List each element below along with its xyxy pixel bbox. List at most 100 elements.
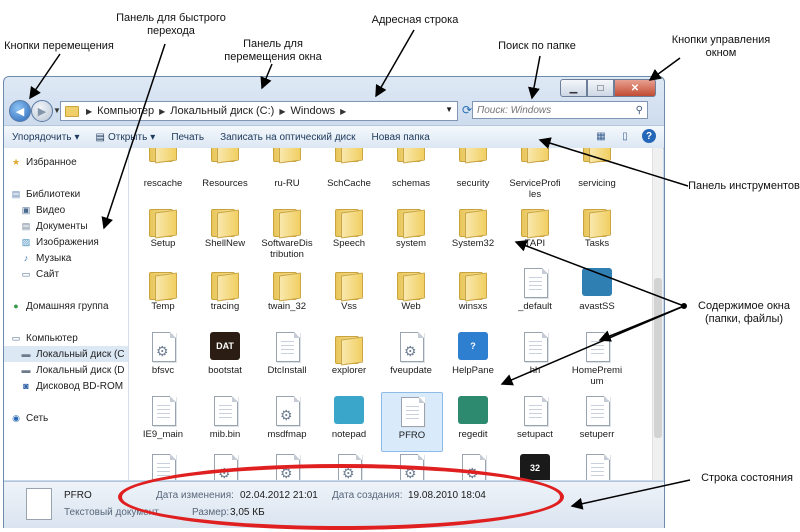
file-item[interactable]: Tasks — [567, 201, 627, 259]
file-item[interactable]: ⚙ msdfmap — [257, 392, 317, 450]
file-item[interactable]: Resources — [195, 148, 255, 194]
chevron-down-icon[interactable]: ▼ — [445, 105, 453, 114]
close-button[interactable]: ✕ — [614, 79, 656, 97]
organize-button[interactable]: Упорядочить ▾ — [4, 132, 88, 143]
settings-file-icon: ⚙ — [152, 332, 176, 362]
file-item[interactable]: ? HelpPane — [443, 328, 503, 386]
print-label: Печать — [171, 131, 205, 143]
chevron-right-icon[interactable]: ▶ — [276, 107, 288, 116]
vertical-scrollbar[interactable] — [652, 148, 663, 480]
chevron-down-icon: ▾ — [74, 131, 80, 143]
title-bar[interactable]: ▁ □ ✕ — [4, 77, 664, 99]
file-item[interactable]: ShellNew — [195, 201, 255, 259]
nav-libraries[interactable]: ▤ Библиотеки — [4, 186, 128, 202]
file-item[interactable]: HomePremi um — [567, 328, 627, 387]
nav-favorites-label: Избранное — [26, 156, 77, 168]
view-options-icon[interactable]: ▦ — [594, 129, 608, 143]
file-item[interactable]: Vss — [319, 264, 379, 322]
new-folder-button[interactable]: Новая папка — [364, 132, 438, 143]
nav-homegroup[interactable]: ● Домашняя группа — [4, 298, 128, 314]
folder-icon — [335, 207, 363, 239]
file-item[interactable]: win — [567, 450, 627, 480]
application-icon — [458, 396, 488, 424]
file-item[interactable]: notepad — [319, 392, 379, 450]
minimize-icon: ▁ — [569, 82, 578, 94]
file-item[interactable]: Speech — [319, 201, 379, 259]
file-item[interactable]: mib.bin — [195, 392, 255, 450]
search-icon[interactable]: ⚲ — [636, 105, 643, 116]
file-item[interactable]: avastSS — [567, 264, 627, 322]
file-item[interactable]: Temp — [133, 264, 193, 322]
nav-network[interactable]: ◉ Сеть — [4, 410, 128, 426]
nav-music[interactable]: ♪ Музыка — [4, 250, 128, 266]
folder-icon — [397, 270, 425, 302]
chevron-right-icon[interactable]: ▶ — [156, 107, 168, 116]
search-box[interactable]: ⚲ — [472, 101, 648, 119]
file-item[interactable]: security — [443, 148, 503, 194]
file-item[interactable]: ru-RU — [257, 148, 317, 194]
file-item[interactable]: SoftwareDis tribution — [257, 201, 317, 260]
file-item[interactable]: Setup — [133, 201, 193, 259]
file-item[interactable]: TAPI — [505, 201, 565, 259]
search-input[interactable] — [477, 104, 627, 116]
open-button[interactable]: ▤ Открыть ▾ — [88, 132, 164, 143]
file-item[interactable]: system — [381, 201, 441, 259]
nav-network-label: Сеть — [26, 412, 49, 424]
file-item[interactable]: _default — [505, 264, 565, 322]
file-name: SchCache — [327, 178, 371, 189]
file-name: twain_32 — [267, 301, 307, 312]
nav-local-disk-c-label: Локальный диск (C — [36, 348, 125, 360]
nav-site[interactable]: ▭ Сайт — [4, 266, 128, 282]
nav-documents[interactable]: ▤ Документы — [4, 218, 128, 234]
maximize-button[interactable]: □ — [587, 79, 614, 97]
navigation-pane: ★ Избранное ▤ Библиотеки ▣ Видео ▤ Документы… — [4, 148, 129, 480]
breadcrumb-computer[interactable]: Компьютер — [95, 105, 156, 117]
file-item[interactable]: hh — [505, 328, 565, 386]
annotation-window-content: Содержимое окна — [698, 300, 790, 312]
file-item[interactable]: schemas — [381, 148, 441, 194]
homegroup-icon: ● — [13, 301, 19, 311]
minimize-button[interactable]: ▁ — [560, 79, 587, 97]
back-button[interactable]: ◀ — [9, 100, 31, 122]
breadcrumb-local-disk-c[interactable]: Локальный диск (C:) — [168, 105, 276, 117]
scrollbar-thumb[interactable] — [654, 278, 662, 438]
file-item[interactable]: twain_32 — [257, 264, 317, 322]
file-item[interactable]: winsxs — [443, 264, 503, 322]
file-item[interactable]: DtcInstall — [257, 328, 317, 386]
nav-documents-label: Документы — [36, 220, 88, 232]
forward-button[interactable]: ▶ — [31, 100, 53, 122]
file-item[interactable]: rescache — [133, 148, 193, 194]
file-item[interactable]: setupact — [505, 392, 565, 450]
arrow-left-icon: ◀ — [15, 105, 25, 118]
nav-images[interactable]: ▨ Изображения — [4, 234, 128, 250]
nav-computer[interactable]: ▭ Компьютер — [4, 330, 128, 346]
file-item[interactable]: System32 — [443, 201, 503, 259]
file-item[interactable]: explorer — [319, 328, 379, 386]
address-bar[interactable]: ▶ Компьютер ▶ Локальный диск (C:) ▶ Wind… — [60, 101, 458, 121]
file-item[interactable]: Web — [381, 264, 441, 322]
nav-bdrom[interactable]: ◙ Дисковод BD-ROM — [4, 378, 128, 394]
help-icon[interactable]: ? — [642, 129, 656, 143]
print-button[interactable]: Печать — [163, 132, 212, 143]
chevron-right-icon[interactable]: ▶ — [337, 107, 349, 116]
chevron-right-icon[interactable]: ▶ — [83, 107, 95, 116]
nav-local-disk-c[interactable]: ▬ Локальный диск (C — [4, 346, 128, 362]
nav-video[interactable]: ▣ Видео — [4, 202, 128, 218]
preview-pane-icon[interactable]: ▯ — [618, 129, 632, 143]
file-item[interactable]: ⚙ fveupdate — [381, 328, 441, 386]
nav-favorites[interactable]: ★ Избранное — [4, 154, 128, 170]
file-item[interactable]: ⚙ bfsvc — [133, 328, 193, 386]
file-item[interactable]: ServiceProfi les — [505, 148, 565, 200]
file-item[interactable]: DAT bootstat — [195, 328, 255, 386]
site-icon: ▭ — [21, 268, 31, 279]
file-item[interactable]: tracing — [195, 264, 255, 322]
file-item[interactable]: IE9_main — [133, 392, 193, 450]
file-item[interactable]: servicing — [567, 148, 627, 194]
nav-local-disk-d[interactable]: ▬ Локальный диск (D — [4, 362, 128, 378]
file-item[interactable]: PFRO — [381, 392, 443, 452]
breadcrumb-windows[interactable]: Windows — [289, 105, 338, 117]
burn-button[interactable]: Записать на оптический диск — [212, 132, 363, 143]
file-item[interactable]: SchCache — [319, 148, 379, 194]
file-item[interactable]: setuperr — [567, 392, 627, 450]
file-item[interactable]: regedit — [443, 392, 503, 450]
